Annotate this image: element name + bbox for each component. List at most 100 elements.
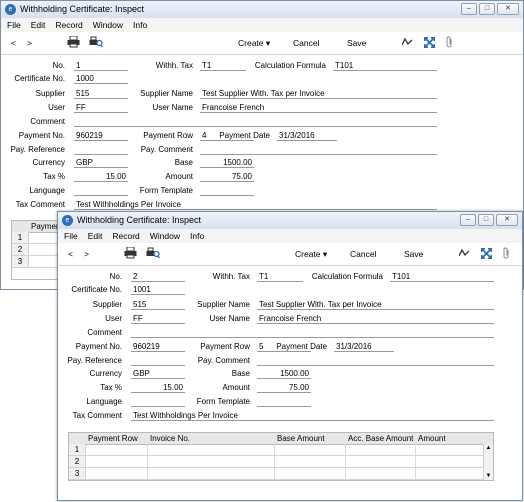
calc-formula-field[interactable]: T101 bbox=[390, 272, 494, 282]
save-button[interactable]: Save bbox=[404, 248, 423, 260]
trend-icon[interactable] bbox=[402, 37, 413, 47]
payment-date-field[interactable]: 31/3/2016 bbox=[277, 131, 337, 141]
minimize-button[interactable]: – bbox=[461, 3, 477, 15]
rows-grid[interactable]: Payment Row Invoice No. Base Amount Acc.… bbox=[68, 432, 494, 481]
withh-tax-field[interactable]: T1 bbox=[257, 272, 303, 282]
trend-icon[interactable] bbox=[459, 248, 470, 258]
supplier-field[interactable]: 515 bbox=[74, 89, 128, 99]
grid-scrollbar[interactable]: ▲ ▼ bbox=[483, 444, 493, 480]
withh-tax-field[interactable]: T1 bbox=[200, 61, 246, 71]
cert-no-field[interactable]: 1000 bbox=[74, 74, 128, 84]
withh-tax-label: Withh. Tax bbox=[212, 272, 250, 281]
table-row[interactable]: 1 bbox=[69, 444, 484, 456]
menu-file[interactable]: File bbox=[64, 229, 78, 243]
base-field[interactable]: 1500.00 bbox=[257, 369, 311, 379]
scroll-up-icon[interactable]: ▲ bbox=[484, 444, 493, 452]
payment-no-field[interactable]: 960219 bbox=[131, 342, 185, 352]
tax-pct-field[interactable]: 15.00 bbox=[74, 172, 128, 182]
create-button[interactable]: Create ▾ bbox=[238, 37, 270, 49]
user-field[interactable]: FF bbox=[74, 103, 128, 113]
comment-field[interactable] bbox=[74, 117, 437, 127]
tax-comment-field[interactable]: Test Withholdings Per Invoice bbox=[74, 200, 437, 210]
form-template-field[interactable] bbox=[200, 186, 254, 196]
cert-no-field[interactable]: 1001 bbox=[131, 285, 185, 295]
title-bar[interactable]: e Withholding Certificate: Inspect – □ ✕ bbox=[58, 212, 522, 230]
close-button[interactable]: ✕ bbox=[496, 214, 518, 226]
no-field[interactable]: 1 bbox=[74, 61, 128, 71]
menu-record[interactable]: Record bbox=[55, 18, 82, 32]
attachment-icon[interactable] bbox=[502, 247, 511, 259]
pay-ref-field[interactable] bbox=[74, 145, 128, 155]
calc-formula-field[interactable]: T101 bbox=[333, 61, 437, 71]
pay-comment-label: Pay. Comment bbox=[197, 356, 250, 365]
cancel-button[interactable]: Cancel bbox=[350, 248, 376, 260]
print-icon[interactable] bbox=[67, 36, 80, 48]
window-front[interactable]: e Withholding Certificate: Inspect – □ ✕… bbox=[57, 211, 523, 501]
close-button[interactable]: ✕ bbox=[497, 3, 519, 15]
maximize-button[interactable]: □ bbox=[478, 214, 494, 226]
expand-icon[interactable] bbox=[424, 37, 435, 48]
print-preview-icon[interactable] bbox=[146, 247, 160, 259]
col-amount[interactable]: Amount bbox=[418, 433, 446, 444]
table-row[interactable]: 3 bbox=[69, 468, 484, 480]
table-row[interactable]: 2 bbox=[69, 456, 484, 468]
col-acc-base-amount[interactable]: Acc. Base Amount bbox=[348, 433, 413, 444]
menu-edit[interactable]: Edit bbox=[88, 229, 103, 243]
menu-file[interactable]: File bbox=[7, 18, 21, 32]
user-name-field[interactable]: Francoise French bbox=[257, 314, 494, 324]
language-label: Language bbox=[86, 397, 122, 406]
menu-window[interactable]: Window bbox=[93, 18, 123, 32]
form-template-field[interactable] bbox=[257, 397, 311, 407]
tax-pct-field[interactable]: 15.00 bbox=[131, 383, 185, 393]
payment-date-field[interactable]: 31/3/2016 bbox=[334, 342, 394, 352]
payment-no-field[interactable]: 960219 bbox=[74, 131, 128, 141]
prev-record-button[interactable]: < bbox=[11, 37, 16, 49]
user-name-field[interactable]: Francoise French bbox=[200, 103, 437, 113]
user-field[interactable]: FF bbox=[131, 314, 185, 324]
menu-record[interactable]: Record bbox=[112, 229, 139, 243]
amount-field[interactable]: 75.00 bbox=[200, 172, 254, 182]
supplier-name-field[interactable]: Test Supplier With. Tax per Invoice bbox=[257, 300, 494, 310]
menu-info[interactable]: Info bbox=[133, 18, 147, 32]
minimize-button[interactable]: – bbox=[460, 214, 476, 226]
create-button[interactable]: Create ▾ bbox=[295, 248, 327, 260]
comment-field[interactable] bbox=[131, 328, 494, 338]
menu-edit[interactable]: Edit bbox=[31, 18, 46, 32]
amount-field[interactable]: 75.00 bbox=[257, 383, 311, 393]
pay-ref-field[interactable] bbox=[131, 356, 185, 366]
save-button[interactable]: Save bbox=[347, 37, 366, 49]
no-field[interactable]: 2 bbox=[131, 272, 185, 282]
print-preview-icon[interactable] bbox=[89, 36, 103, 48]
language-field[interactable] bbox=[74, 186, 128, 196]
next-record-button[interactable]: > bbox=[84, 248, 89, 260]
attachment-icon[interactable] bbox=[445, 36, 454, 48]
prev-record-button[interactable]: < bbox=[68, 248, 73, 260]
table-row[interactable]: 1 bbox=[12, 232, 61, 244]
tax-comment-label: Tax Comment bbox=[15, 200, 65, 209]
cancel-button[interactable]: Cancel bbox=[293, 37, 319, 49]
print-icon[interactable] bbox=[124, 247, 137, 259]
scroll-down-icon[interactable]: ▼ bbox=[484, 472, 493, 480]
supplier-field[interactable]: 515 bbox=[131, 300, 185, 310]
pay-comment-field[interactable] bbox=[257, 356, 494, 366]
table-row[interactable]: 2 bbox=[12, 244, 61, 256]
menu-window[interactable]: Window bbox=[150, 229, 180, 243]
chevron-down-icon: ▾ bbox=[263, 38, 271, 48]
maximize-button[interactable]: □ bbox=[479, 3, 495, 15]
withh-tax-label: Withh. Tax bbox=[155, 61, 193, 70]
col-payment-row[interactable]: Payment Row bbox=[88, 433, 138, 444]
table-row[interactable]: 3 bbox=[12, 256, 61, 268]
col-base-amount[interactable]: Base Amount bbox=[277, 433, 325, 444]
supplier-name-field[interactable]: Test Supplier With. Tax per Invoice bbox=[200, 89, 437, 99]
base-field[interactable]: 1500.00 bbox=[200, 158, 254, 168]
language-field[interactable] bbox=[131, 397, 185, 407]
next-record-button[interactable]: > bbox=[27, 37, 32, 49]
currency-field[interactable]: GBP bbox=[131, 369, 185, 379]
pay-comment-field[interactable] bbox=[200, 145, 437, 155]
menu-info[interactable]: Info bbox=[190, 229, 204, 243]
title-bar[interactable]: e Withholding Certificate: Inspect – □ ✕ bbox=[1, 1, 523, 19]
tax-comment-field[interactable]: Test Withholdings Per Invoice bbox=[131, 411, 494, 421]
expand-icon[interactable] bbox=[481, 248, 492, 259]
currency-field[interactable]: GBP bbox=[74, 158, 128, 168]
col-invoice-no[interactable]: Invoice No. bbox=[150, 433, 190, 444]
